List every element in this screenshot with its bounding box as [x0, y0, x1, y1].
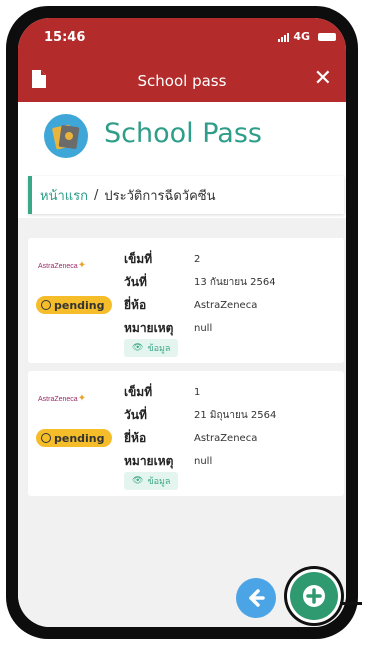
note-label: หมายเหตุ: [124, 321, 174, 335]
status-badge: pending: [36, 296, 112, 314]
school-pass-logo-icon: [44, 114, 88, 158]
brand-row: ยี่ห้อ AstraZeneca: [124, 427, 276, 450]
date-value: 21 มิถุนายน 2564: [194, 410, 277, 421]
brand-logo-text: AstraZeneca: [38, 396, 78, 403]
note-value: null: [194, 456, 213, 467]
clock-icon: [41, 433, 51, 443]
annotation-line: [340, 602, 362, 605]
brand-label: ยี่ห้อ: [124, 431, 147, 445]
date-value: 13 กันยายน 2564: [194, 277, 276, 288]
date-row: วันที่ 13 กันยายน 2564: [124, 271, 276, 294]
date-row: วันที่ 21 มิถุนายน 2564: [124, 404, 276, 427]
dose-label: เข็มที่: [124, 252, 153, 266]
status-indicators: 4G: [278, 30, 336, 43]
note-row: หมายเหตุ null: [124, 450, 276, 473]
vaccine-record-card: AstraZeneca✦ pending เข็มที่ 1 วันที่ 21…: [28, 371, 344, 496]
brand-logo-text: AstraZeneca: [38, 263, 78, 270]
note-row: หมายเหตุ null: [124, 317, 276, 340]
status-time: 15:46: [44, 30, 86, 45]
logo-text: School Pass: [104, 118, 262, 149]
vaccine-record-card: AstraZeneca✦ pending เข็มที่ 2 วันที่ 13…: [28, 238, 344, 363]
plus-icon: [303, 585, 325, 607]
date-label: วันที่: [124, 275, 147, 289]
logo-area: School Pass: [18, 102, 346, 168]
record-details: เข็มที่ 1 วันที่ 21 มิถุนายน 2564 ยี่ห้อ…: [124, 381, 276, 473]
dose-value: 1: [194, 387, 201, 398]
breadcrumb: หน้าแรก / ประวัติการฉีดวัคซีน: [28, 176, 344, 214]
status-badge: pending: [36, 429, 112, 447]
breadcrumb-separator: /: [94, 187, 99, 203]
network-label: 4G: [293, 30, 310, 43]
date-label: วันที่: [124, 408, 147, 422]
arrow-left-icon: [249, 589, 265, 607]
brand-label: ยี่ห้อ: [124, 298, 147, 312]
info-button[interactable]: 👁 ข้อมูล: [124, 472, 179, 490]
dose-label: เข็มที่: [124, 385, 153, 399]
eye-icon: 👁: [132, 476, 144, 486]
eye-icon: 👁: [132, 343, 144, 353]
breadcrumb-current: ประวัติการฉีดวัคซีน: [104, 188, 216, 204]
brand-value: AstraZeneca: [194, 433, 258, 444]
app-header: School pass ✕: [18, 60, 346, 102]
phone-frame: 15:46 4G School pass ✕ School Pass หน้าแ…: [6, 6, 358, 639]
add-button[interactable]: [290, 572, 338, 620]
info-button[interactable]: 👁 ข้อมูล: [124, 339, 179, 357]
brand-logo: AstraZeneca✦: [38, 260, 86, 271]
brand-logo: AstraZeneca✦: [38, 393, 86, 404]
breadcrumb-home-link[interactable]: หน้าแรก: [40, 185, 88, 206]
battery-icon: [318, 32, 336, 41]
brand-star-icon: ✦: [77, 393, 87, 404]
dose-row: เข็มที่ 2: [124, 248, 276, 271]
note-label: หมายเหตุ: [124, 454, 174, 468]
info-button-label: ข้อมูล: [147, 477, 171, 487]
screen: 15:46 4G School pass ✕ School Pass หน้าแ…: [18, 18, 346, 627]
brand-row: ยี่ห้อ AstraZeneca: [124, 294, 276, 317]
back-button[interactable]: [236, 578, 276, 618]
status-label: pending: [54, 431, 105, 445]
note-value: null: [194, 323, 213, 334]
dose-value: 2: [194, 254, 201, 265]
app-title: School pass: [137, 72, 227, 90]
brand-value: AstraZeneca: [194, 300, 258, 311]
record-details: เข็มที่ 2 วันที่ 13 กันยายน 2564 ยี่ห้อ …: [124, 248, 276, 340]
clock-icon: [41, 300, 51, 310]
brand-star-icon: ✦: [77, 260, 87, 271]
status-label: pending: [54, 298, 105, 312]
info-button-label: ข้อมูล: [147, 344, 171, 354]
dose-row: เข็มที่ 1: [124, 381, 276, 404]
record-list: AstraZeneca✦ pending เข็มที่ 2 วันที่ 13…: [18, 218, 346, 627]
signal-icon: [278, 32, 290, 42]
status-bar: 15:46 4G: [18, 18, 346, 60]
close-icon[interactable]: ✕: [314, 68, 332, 90]
